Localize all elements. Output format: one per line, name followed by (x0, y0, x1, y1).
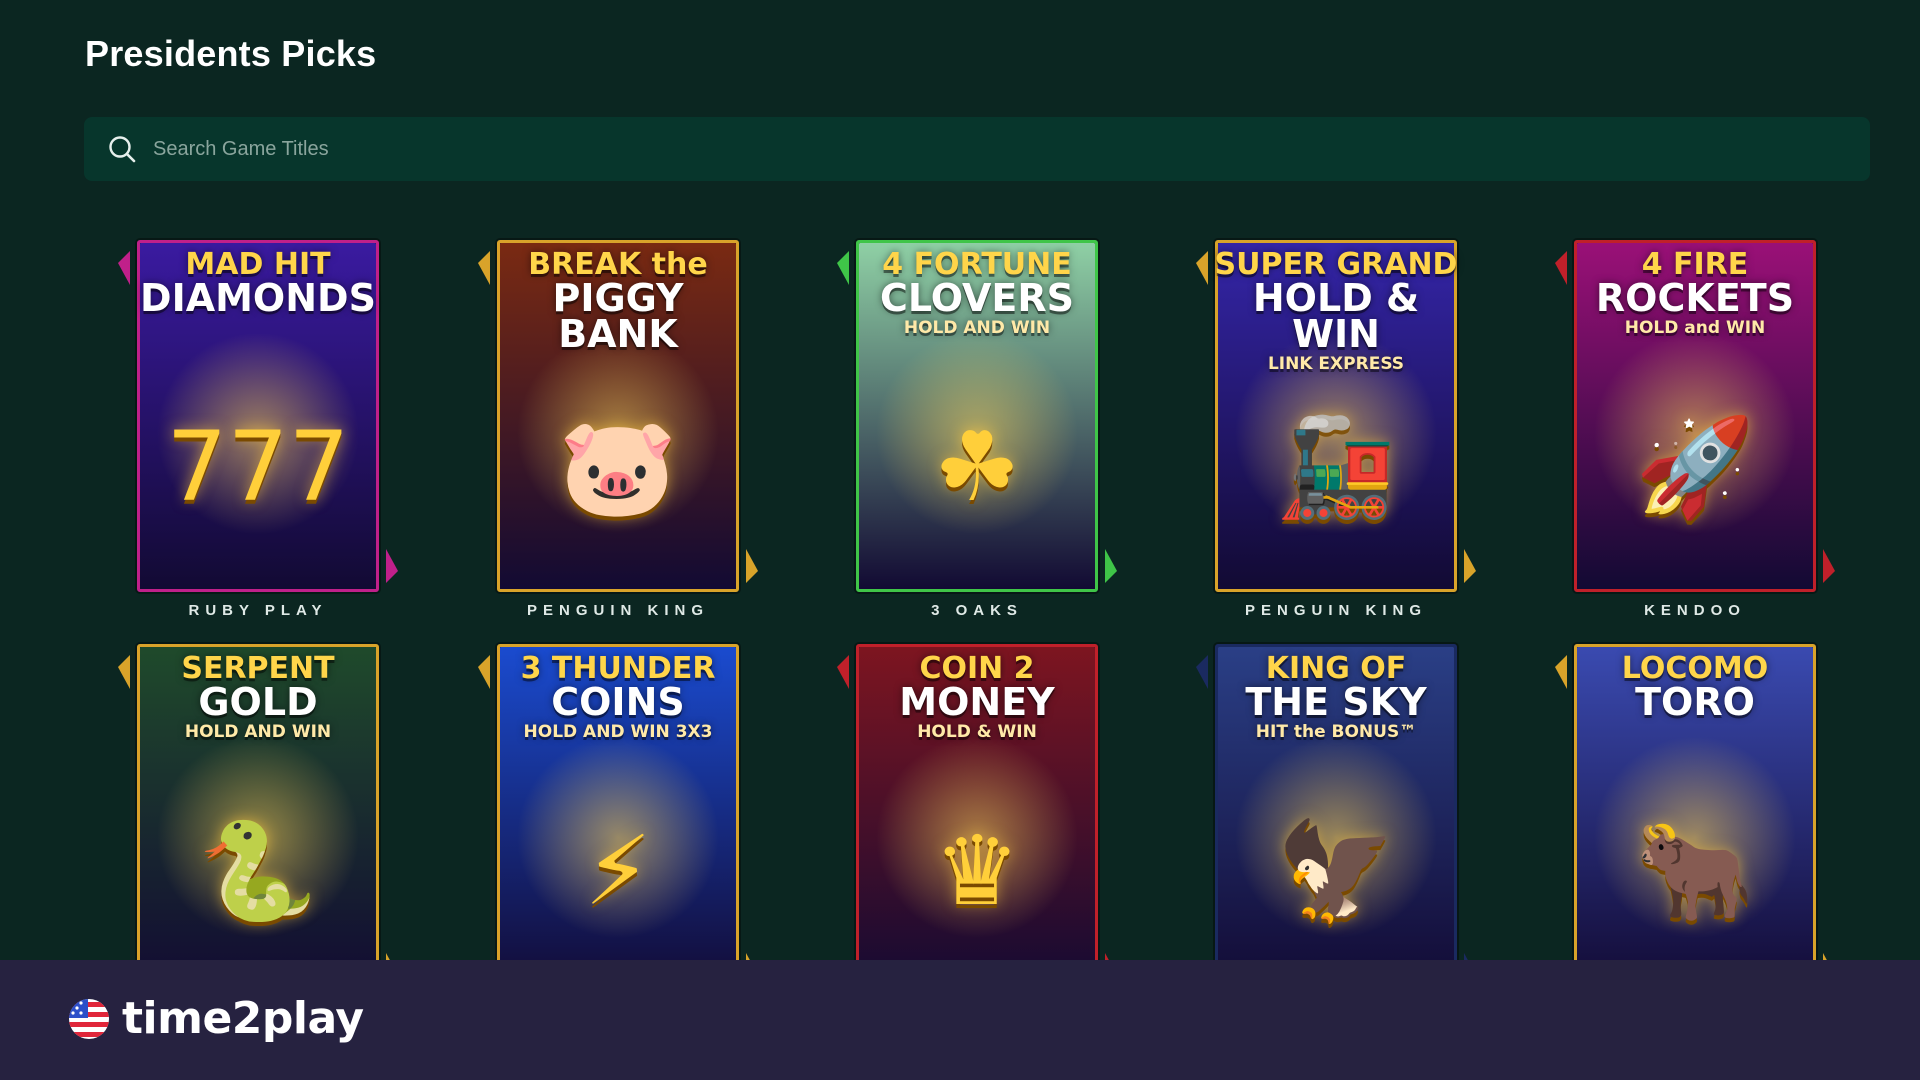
game-thumbnail[interactable]: KING OF THE SKY HIT the BONUS™ 🦅 (1196, 644, 1476, 960)
game-title-art: SERPENT GOLD HOLD AND WIN (128, 654, 388, 742)
game-title-art: LOCOMO TORO (1565, 654, 1825, 724)
game-title-art: 4 FIRE ROCKETS HOLD and WIN (1565, 250, 1825, 338)
game-provider: PENGUIN KING (1244, 602, 1427, 619)
game-emblem-icon: 777 (166, 411, 350, 523)
game-title-line: LINK EXPRESS (1267, 353, 1405, 374)
game-emblem-icon: 🚂 (1276, 411, 1396, 523)
game-grid: MAD HIT DIAMONDS 777 RUBY PLAY BREAK the PIGG… (0, 210, 1920, 960)
brand-wordmark: time2play (122, 993, 364, 1044)
game-title-line: HIT the BONUS™ (1255, 721, 1417, 742)
game-thumbnail[interactable]: SUPER GRAND HOLD & WIN LINK EXPRESS 🚂 (1196, 240, 1476, 592)
game-provider: PENGUIN KING (526, 602, 709, 619)
game-emblem-icon: ☘ (933, 411, 1021, 523)
game-title-line: HOLD AND WIN 3X3 (523, 721, 713, 742)
frame-ribbon-right (1823, 953, 1835, 960)
game-card[interactable]: BREAK the PIGGY BANK 🐷 PENGUIN KING (468, 240, 768, 619)
game-title-art: BREAK the PIGGY BANK (488, 250, 748, 356)
game-title-line: MONEY (899, 679, 1055, 724)
game-emblem-icon: ♛ (933, 815, 1021, 927)
game-card[interactable]: 4 FORTUNE CLOVERS HOLD AND WIN ☘ 3 OAKS (827, 240, 1127, 619)
game-card[interactable]: 4 FIRE ROCKETS HOLD and WIN 🚀 KENDOO (1545, 240, 1845, 619)
game-title-line: COINS (551, 679, 685, 724)
game-title-art: 4 FORTUNE CLOVERS HOLD AND WIN (847, 250, 1107, 338)
game-title-line: GOLD (198, 679, 318, 724)
game-card[interactable]: LOCOMO TORO 🐂 (1545, 644, 1845, 960)
game-title-line: TORO (1635, 679, 1755, 724)
game-card[interactable]: KING OF THE SKY HIT the BONUS™ 🦅 (1186, 644, 1486, 960)
game-title-line: HOLD and WIN (1624, 317, 1766, 338)
frame-ribbon-right (1105, 549, 1117, 583)
frame-ribbon-right (386, 549, 398, 583)
game-thumbnail[interactable]: BREAK the PIGGY BANK 🐷 (478, 240, 758, 592)
game-thumbnail[interactable]: SERPENT GOLD HOLD AND WIN 🐍 (118, 644, 398, 960)
game-title-line: PIGGY BANK (552, 275, 684, 356)
game-title-art: COIN 2 MONEY HOLD & WIN (847, 654, 1107, 742)
search-bar[interactable] (84, 117, 1870, 181)
game-title-art: 3 THUNDER COINS HOLD AND WIN 3X3 (488, 654, 748, 742)
game-provider: KENDOO (1644, 602, 1746, 619)
game-thumbnail[interactable]: LOCOMO TORO 🐂 (1555, 644, 1835, 960)
game-card[interactable]: COIN 2 MONEY HOLD & WIN ♛ (827, 644, 1127, 960)
page-title: Presidents Picks (85, 33, 377, 74)
brand-logo[interactable]: time2play (66, 993, 364, 1044)
search-icon (109, 136, 136, 163)
frame-ribbon-right (746, 953, 758, 960)
frame-ribbon-right (1464, 549, 1476, 583)
search-input[interactable] (153, 117, 1870, 181)
game-thumbnail[interactable]: 4 FORTUNE CLOVERS HOLD AND WIN ☘ (837, 240, 1117, 592)
us-flag-icon (69, 998, 109, 1039)
game-provider: 3 OAKS (931, 602, 1023, 619)
game-provider: RUBY PLAY (188, 602, 328, 619)
game-title-art: SUPER GRAND HOLD & WIN LINK EXPRESS (1206, 250, 1466, 374)
game-emblem-icon: 🦅 (1276, 815, 1396, 927)
game-title-line: THE SKY (1245, 679, 1427, 724)
game-thumbnail[interactable]: 4 FIRE ROCKETS HOLD and WIN 🚀 (1555, 240, 1835, 592)
game-title-art: KING OF THE SKY HIT the BONUS™ (1206, 654, 1466, 742)
game-title-art: MAD HIT DIAMONDS (128, 250, 388, 320)
game-card[interactable]: SERPENT GOLD HOLD AND WIN 🐍 (108, 644, 408, 960)
game-card[interactable]: 3 THUNDER COINS HOLD AND WIN 3X3 ⚡ (468, 644, 768, 960)
game-emblem-icon: 🐂 (1635, 815, 1755, 927)
game-emblem-icon: 🐷 (558, 411, 678, 523)
game-thumbnail[interactable]: MAD HIT DIAMONDS 777 (118, 240, 398, 592)
game-title-line: CLOVERS (879, 275, 1075, 320)
frame-ribbon-right (1823, 549, 1835, 583)
game-title-line: HOLD & WIN (917, 721, 1037, 742)
game-emblem-icon: ⚡ (584, 815, 652, 927)
game-thumbnail[interactable]: COIN 2 MONEY HOLD & WIN ♛ (837, 644, 1117, 960)
game-thumbnail[interactable]: 3 THUNDER COINS HOLD AND WIN 3X3 ⚡ (478, 644, 758, 960)
game-emblem-icon: 🚀 (1635, 411, 1755, 523)
game-card[interactable]: MAD HIT DIAMONDS 777 RUBY PLAY (108, 240, 408, 619)
game-card[interactable]: SUPER GRAND HOLD & WIN LINK EXPRESS 🚂 PENGUI… (1186, 240, 1486, 619)
frame-ribbon-right (1105, 953, 1117, 960)
frame-ribbon-right (386, 953, 398, 960)
frame-ribbon-right (746, 549, 758, 583)
game-title-line: HOLD AND WIN (184, 721, 332, 742)
frame-ribbon-right (1464, 953, 1476, 960)
game-title-line: DIAMONDS (140, 275, 376, 320)
game-title-line: HOLD & WIN (1252, 275, 1420, 356)
game-title-line: HOLD AND WIN (903, 317, 1051, 338)
game-title-line: ROCKETS (1595, 275, 1795, 320)
footer: time2play (0, 960, 1920, 1080)
game-emblem-icon: 🐍 (198, 815, 318, 927)
